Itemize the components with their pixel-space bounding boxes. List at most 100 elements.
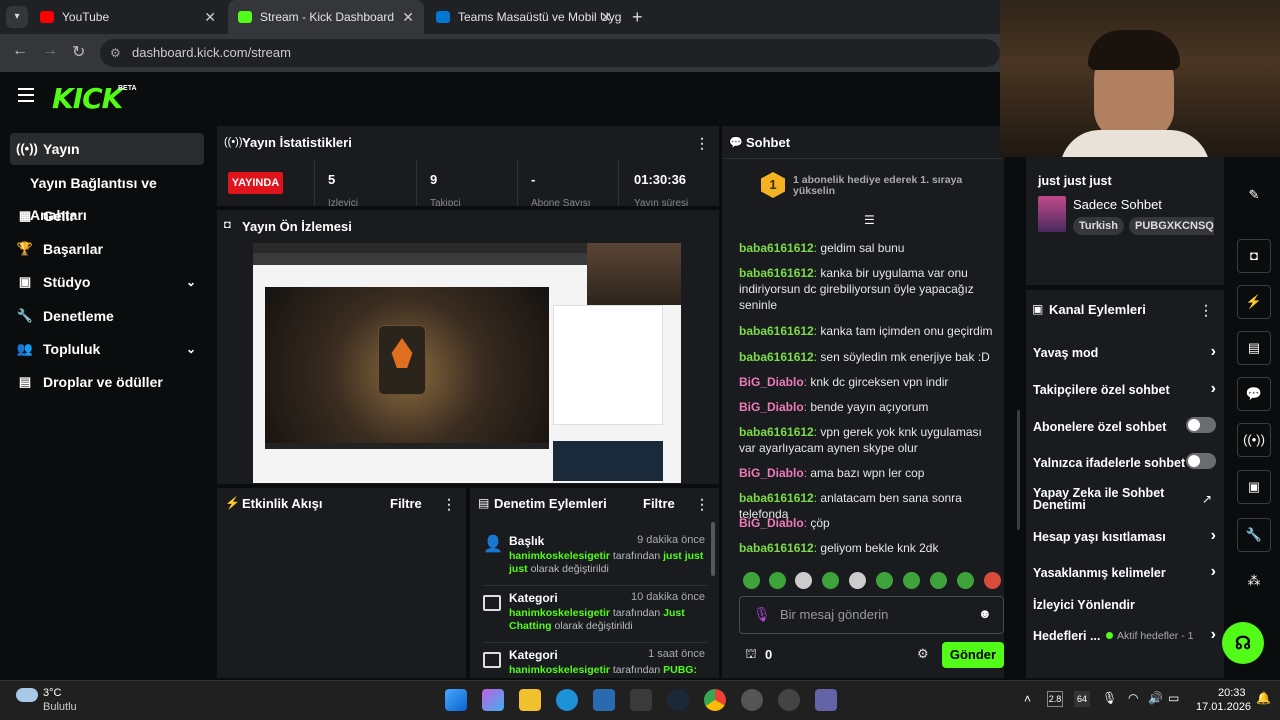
sidebar-item-achievements[interactable]: 🏆 Başarılar: [10, 233, 204, 265]
tray-badge[interactable]: 64: [1074, 691, 1090, 707]
emote-icon[interactable]: [743, 572, 760, 589]
more-icon[interactable]: ⋮: [1199, 302, 1213, 319]
chat-username[interactable]: BiG_Diablo: [739, 400, 804, 414]
notification-icon[interactable]: 🔔: [1256, 691, 1271, 705]
chat-message-input[interactable]: Bir mesaj gönderin: [739, 596, 1004, 634]
raid-row[interactable]: İzleyici Yönlendir: [1033, 598, 1218, 612]
scrollbar[interactable]: [711, 522, 715, 576]
external-link-icon[interactable]: ↗: [1202, 492, 1212, 506]
chat-scrollbar[interactable]: [1017, 410, 1020, 530]
chat-username[interactable]: baba6161612: [739, 241, 814, 255]
back-icon[interactable]: ←: [12, 42, 28, 60]
followers-only-row[interactable]: Takipçilere özel sohbet ›: [1033, 380, 1218, 397]
category-thumbnail[interactable]: [1038, 196, 1066, 232]
emote-icon[interactable]: [822, 572, 839, 589]
volume-icon[interactable]: 🔊: [1148, 691, 1163, 705]
sidebar-item-stream[interactable]: ((•)) Yayın: [10, 133, 204, 165]
send-button[interactable]: Gönder: [942, 642, 1004, 668]
broadcast-icon[interactable]: ((•)): [1237, 423, 1271, 457]
microphone-icon[interactable]: 🎙: [753, 606, 771, 623]
clock-time[interactable]: 20:33: [1218, 687, 1246, 699]
emote-icon[interactable]: [876, 572, 893, 589]
sidebar-item-revenue[interactable]: ▦ Gelir: [10, 200, 204, 232]
preview-toggle-icon[interactable]: ◘: [1237, 239, 1271, 273]
chat-username[interactable]: baba6161612: [739, 491, 814, 505]
tray-chevron-icon[interactable]: ˄: [1024, 692, 1031, 706]
tag-chip[interactable]: Turkish: [1073, 217, 1124, 235]
mod-user[interactable]: hanimkoskelesigetir: [509, 550, 610, 562]
chat-username[interactable]: BiG_Diablo: [739, 375, 804, 389]
edge-icon[interactable]: [556, 689, 578, 711]
close-icon[interactable]: ✕: [204, 0, 216, 34]
reload-icon[interactable]: ↻: [72, 42, 85, 62]
file-explorer-icon[interactable]: [519, 689, 541, 711]
tab-search-button[interactable]: ▾: [6, 6, 28, 28]
emote-only-toggle[interactable]: [1186, 453, 1216, 469]
sidebar-item-studio[interactable]: ▣ Stüdyo ⌄: [10, 266, 204, 298]
url-input[interactable]: ⚙ dashboard.kick.com/stream: [100, 39, 1000, 67]
emote-icon[interactable]: [903, 572, 920, 589]
emote-icon[interactable]: [769, 572, 786, 589]
emoji-icon[interactable]: ☻: [978, 606, 992, 621]
mod-user[interactable]: hanimkoskelesigetir: [509, 664, 610, 676]
steam-icon[interactable]: [667, 689, 689, 711]
more-icon[interactable]: ⋮: [695, 135, 709, 152]
app-icon[interactable]: [630, 689, 652, 711]
channel-icon[interactable]: ▣: [1237, 470, 1271, 504]
copilot-icon[interactable]: [482, 689, 504, 711]
document-icon[interactable]: ▤: [1237, 331, 1271, 365]
stream-preview-video[interactable]: [253, 243, 681, 483]
widgets-icon[interactable]: ⁂: [1237, 565, 1271, 599]
sidebar-item-stream-key[interactable]: Yayın Bağlantısı ve Anahtarı: [10, 167, 215, 223]
chat-username[interactable]: baba6161612: [739, 324, 814, 338]
emote-icon[interactable]: [957, 572, 974, 589]
chat-username[interactable]: baba6161612: [739, 541, 814, 555]
gear-icon[interactable]: ⚙: [917, 646, 929, 662]
store-icon[interactable]: [593, 689, 615, 711]
account-age-row[interactable]: Hesap yaşı kısıtlaması ›: [1033, 527, 1218, 544]
chat-icon[interactable]: 💬: [1237, 377, 1271, 411]
microphone-icon[interactable]: 🎙: [1102, 691, 1117, 705]
ai-moderation-row[interactable]: Yapay Zeka ile Sohbet Denetimi: [1033, 487, 1183, 512]
filter-button[interactable]: Filtre: [390, 496, 422, 511]
emote-icon[interactable]: [795, 572, 812, 589]
windows-start-icon[interactable]: [445, 689, 467, 711]
app-icon[interactable]: [778, 689, 800, 711]
tab-teams[interactable]: Teams Masaüstü ve Mobil Uygu ✕: [426, 0, 622, 34]
lightning-icon[interactable]: ⚡: [1237, 285, 1271, 319]
wrench-icon[interactable]: 🔧: [1237, 518, 1271, 552]
weather-temp[interactable]: 3°C: [43, 687, 61, 699]
menu-icon[interactable]: [18, 88, 34, 102]
tray-badge[interactable]: 2.8: [1047, 691, 1063, 707]
stream-category[interactable]: Sadece Sohbet: [1073, 197, 1162, 212]
site-info-icon[interactable]: ⚙: [110, 39, 121, 67]
chat-username[interactable]: baba6161612: [739, 266, 814, 280]
sidebar-item-community[interactable]: 👥 Topluluk ⌄: [10, 333, 204, 365]
banned-words-row[interactable]: Yasaklanmış kelimeler ›: [1033, 563, 1218, 580]
close-icon[interactable]: ✕: [600, 0, 612, 34]
chrome-icon[interactable]: [704, 689, 726, 711]
sidebar-item-drops[interactable]: ▤ Droplar ve ödüller: [10, 366, 204, 398]
slow-mode-row[interactable]: Yavaş mod ›: [1033, 343, 1218, 360]
emote-icon[interactable]: [930, 572, 947, 589]
mod-user[interactable]: hanimkoskelesigetir: [509, 607, 610, 619]
filter-icon[interactable]: ☰: [864, 213, 875, 227]
kick-logo[interactable]: KICK: [52, 82, 123, 115]
emote-icon[interactable]: [849, 572, 866, 589]
pinned-gift-message[interactable]: 1 abonelik hediye ederek 1. sıraya yükse…: [793, 175, 973, 197]
filter-button[interactable]: Filtre: [643, 496, 675, 511]
tab-youtube[interactable]: YouTube ✕: [30, 0, 226, 34]
battery-icon[interactable]: ▭: [1168, 691, 1179, 705]
chat-username[interactable]: baba6161612: [739, 425, 814, 439]
tab-kick-dashboard[interactable]: Stream - Kick Dashboard ✕: [228, 0, 424, 34]
support-headset-icon[interactable]: ☊: [1222, 622, 1264, 664]
more-icon[interactable]: ⋮: [695, 496, 709, 513]
clock-date[interactable]: 17.01.2026: [1196, 701, 1251, 713]
app-icon[interactable]: [741, 689, 763, 711]
chat-username[interactable]: BiG_Diablo: [739, 466, 804, 480]
emote-icon[interactable]: [984, 572, 1001, 589]
forward-icon[interactable]: →: [42, 42, 58, 60]
new-tab-button[interactable]: +: [632, 0, 643, 34]
chat-username[interactable]: BiG_Diablo: [739, 516, 804, 530]
sidebar-item-moderation[interactable]: 🔧 Denetleme: [10, 300, 204, 332]
